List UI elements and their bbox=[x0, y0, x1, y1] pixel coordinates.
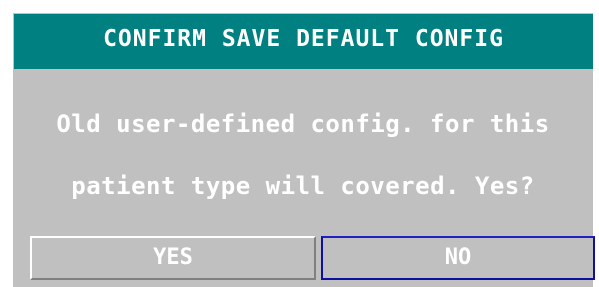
dialog-title: CONFIRM SAVE DEFAULT CONFIG bbox=[103, 26, 504, 52]
yes-button[interactable]: YES bbox=[30, 236, 316, 280]
dialog-title-bar: CONFIRM SAVE DEFAULT CONFIG bbox=[13, 13, 593, 69]
no-button[interactable]: NO bbox=[321, 236, 595, 280]
dialog-message-line-1: Old user-defined config. for this bbox=[56, 110, 550, 138]
confirm-save-dialog: CONFIRM SAVE DEFAULT CONFIG Old user-def… bbox=[13, 13, 595, 287]
dialog-message-line-2: patient type will covered. Yes? bbox=[71, 172, 535, 200]
